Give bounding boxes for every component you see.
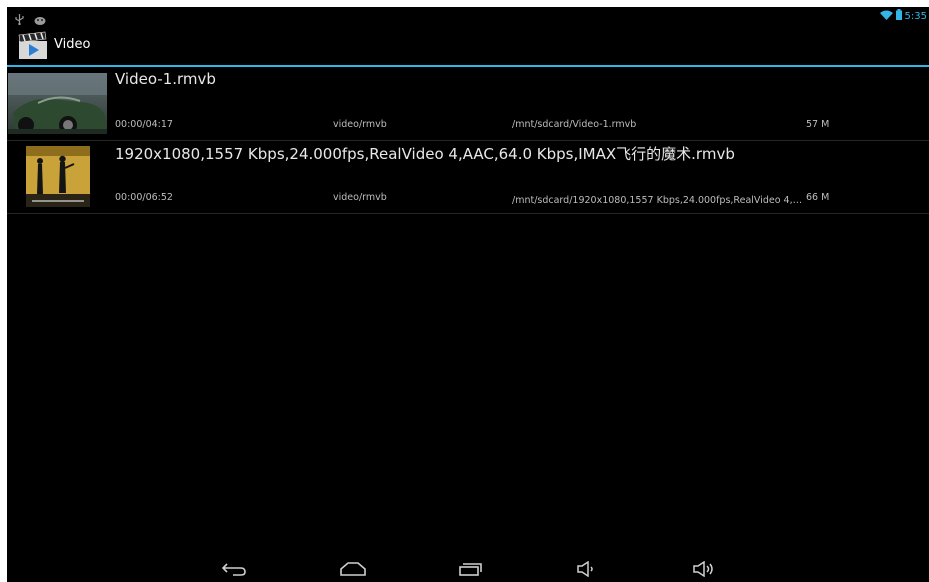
video-title: Video-1.rmvb [115,70,216,88]
video-path: /mnt/sdcard/1920x1080,1557 Kbps,24.000fp… [512,195,804,206]
video-duration: 00:00/04:17 [115,119,173,130]
home-icon[interactable] [336,559,370,579]
video-thumbnail [8,73,107,134]
video-list-item[interactable]: 1920x1080,1557 Kbps,24.000fps,RealVideo … [7,141,929,214]
action-bar-divider [7,65,929,67]
video-mime-type: video/rmvb [333,192,387,203]
video-list-item[interactable]: Video-1.rmvb 00:00/04:17 video/rmvb /mnt… [7,68,929,141]
wifi-icon [879,10,893,23]
action-bar: Video [7,25,929,65]
volume-down-icon[interactable] [570,559,604,579]
recent-apps-icon[interactable] [453,559,487,579]
video-size: 66 M [806,192,830,203]
video-duration: 00:00/06:52 [115,192,173,203]
clapperboard-icon[interactable] [17,31,49,61]
video-list[interactable]: Video-1.rmvb 00:00/04:17 video/rmvb /mnt… [7,68,929,214]
screen: 5:35 Video Video-1.rmvb 00:00/04:17 vide… [7,7,929,582]
video-mime-type: video/rmvb [333,119,387,130]
back-icon[interactable] [217,559,251,579]
video-path: /mnt/sdcard/Video-1.rmvb [512,119,637,130]
video-size: 57 M [806,119,830,130]
status-time: 5:35 [904,10,927,22]
page-title: Video [54,37,91,52]
battery-icon [895,9,902,23]
video-thumbnail [8,146,107,207]
video-title: 1920x1080,1557 Kbps,24.000fps,RealVideo … [115,145,735,163]
volume-up-icon[interactable] [687,559,721,579]
status-bar: 5:35 [7,7,929,26]
navigation-bar [7,555,929,582]
